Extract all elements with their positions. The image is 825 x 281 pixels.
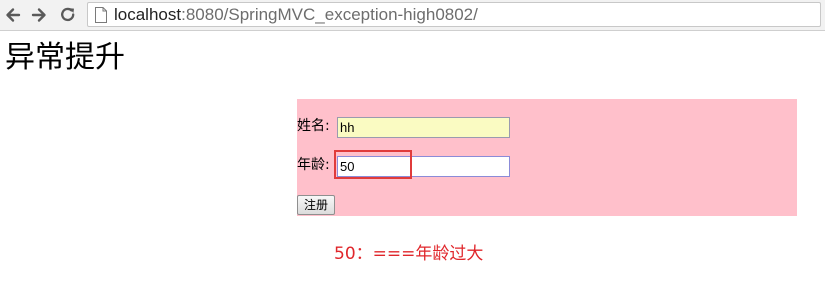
url-path: :8080/SpringMVC_exception-high0802/ [181, 5, 478, 24]
age-input[interactable] [337, 156, 510, 177]
age-label: 年龄: [297, 157, 330, 173]
name-input[interactable] [337, 117, 510, 138]
document-icon [94, 7, 108, 23]
browser-toolbar: localhost:8080/SpringMVC_exception-high0… [0, 0, 825, 31]
page-title: 异常提升 [5, 40, 125, 75]
arrow-left-icon[interactable] [2, 4, 24, 26]
url-host: localhost [114, 5, 182, 24]
register-button[interactable]: 注册 [297, 195, 336, 215]
register-form: 姓名: 年龄: 注册 [297, 99, 797, 216]
error-message: 50：===年龄过大 [334, 244, 484, 264]
url-text: localhost:8080/SpringMVC_exception-high0… [114, 5, 478, 25]
address-bar[interactable]: localhost:8080/SpringMVC_exception-high0… [87, 2, 821, 27]
name-label: 姓名: [297, 118, 330, 134]
reload-icon[interactable] [57, 4, 79, 26]
arrow-right-icon[interactable] [28, 4, 50, 26]
